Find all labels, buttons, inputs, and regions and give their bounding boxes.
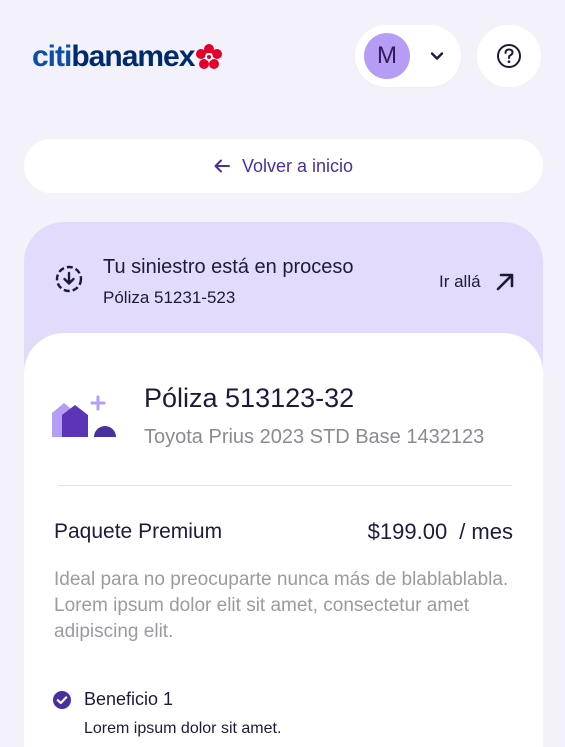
user-menu-button[interactable]: M (355, 25, 461, 87)
avatar: M (364, 33, 410, 79)
home-add-icon (52, 395, 116, 437)
policy-title: Póliza 513123-32 (144, 383, 355, 413)
in-progress-icon (55, 265, 83, 293)
vehicle-description: Toyota Prius 2023 STD Base 1432123 (144, 426, 485, 448)
back-to-home-link[interactable]: Volver a inicio (24, 139, 543, 193)
top-header: citibanamex M (0, 0, 565, 110)
package-description: Ideal para no preocuparte nunca más de b… (54, 569, 509, 642)
help-button[interactable] (477, 25, 541, 87)
package-name: Paquete Premium (54, 520, 223, 543)
go-there-link[interactable]: Ir allá (439, 272, 515, 292)
divider (58, 485, 512, 486)
arrow-left-icon (214, 159, 230, 173)
banamex-flower-icon (196, 44, 223, 69)
benefit-description: Lorem ipsum dolor sit amet. (84, 720, 282, 737)
check-circle-icon (53, 691, 71, 709)
status-policy-number: Póliza 51231-523 (103, 288, 236, 307)
benefit-title: Beneficio 1 (84, 689, 174, 709)
package-price: $199.00 / mes (368, 519, 513, 545)
logo-banamex-text: banamex (71, 40, 195, 73)
go-there-label: Ir allá (439, 272, 481, 291)
price-period: / mes (459, 519, 513, 544)
question-icon (497, 44, 521, 68)
logo-citi-text: citi (32, 40, 72, 73)
policy-card: Póliza 513123-32 Toyota Prius 2023 STD B… (24, 333, 543, 747)
status-title: Tu siniestro está en proceso (103, 256, 354, 278)
chevron-down-icon (430, 52, 444, 60)
back-label: Volver a inicio (241, 155, 354, 176)
price-amount: $199.00 (367, 519, 448, 544)
arrow-up-right-icon (496, 273, 513, 291)
citibanamex-logo[interactable]: citibanamex (32, 40, 223, 74)
